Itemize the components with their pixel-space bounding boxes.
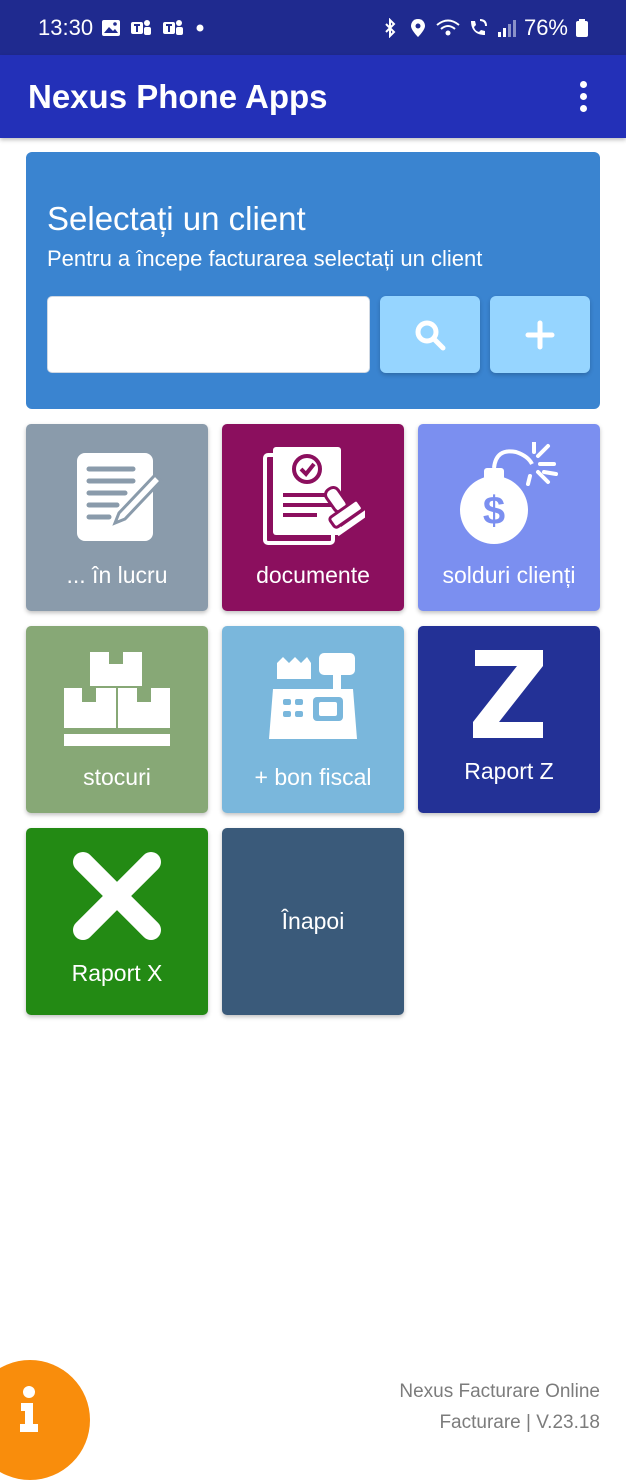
wifi-icon	[436, 19, 460, 35]
svg-text:$: $	[483, 489, 505, 533]
tile-label: documente	[256, 562, 370, 588]
battery-percent: 76%	[523, 14, 568, 40]
x-mark-icon	[73, 852, 161, 940]
tile-documente[interactable]: documente	[222, 424, 404, 611]
add-client-button[interactable]	[490, 296, 590, 373]
tile-in-lucru[interactable]: ... în lucru	[26, 424, 208, 611]
document-stamp-icon	[263, 447, 365, 545]
app-bar: Nexus Phone Apps	[0, 55, 626, 138]
tile-label: Înapoi	[281, 908, 345, 934]
tile-label: Raport X	[71, 960, 163, 986]
info-button[interactable]	[0, 1360, 90, 1480]
search-icon	[415, 320, 446, 350]
tile-inapoi[interactable]: Înapoi	[222, 828, 404, 1015]
tile-label: solduri clienți	[442, 562, 576, 588]
footer: Nexus Facturare Online Facturare | V.23.…	[399, 1376, 600, 1438]
tile-bon-fiscal[interactable]: + bon fiscal	[222, 626, 404, 813]
tile-stocuri[interactable]: stocuri	[26, 626, 208, 813]
tile-raport-x[interactable]: Raport X	[26, 828, 208, 1015]
app-title: Nexus Phone Apps	[28, 77, 328, 115]
footer-version: Facturare | V.23.18	[439, 1412, 600, 1433]
info-icon	[20, 1386, 38, 1432]
gallery-icon	[102, 19, 121, 36]
teams-icon	[163, 19, 184, 35]
status-bar: 13:30 76%	[0, 0, 626, 55]
client-panel: Selectați un client Pentru a începe fact…	[26, 152, 600, 409]
location-icon	[410, 18, 425, 37]
client-panel-subtitle: Pentru a începe facturarea selectați un …	[47, 246, 483, 271]
teams-icon	[131, 19, 152, 35]
client-panel-title: Selectați un client	[47, 200, 306, 237]
letter-z-icon	[473, 650, 543, 738]
dot-icon	[196, 24, 204, 31]
signal-icon	[497, 19, 516, 37]
status-left: 13:30	[38, 15, 380, 41]
tile-solduri-clienti[interactable]: $ solduri clienți	[418, 424, 600, 611]
tile-label: Raport Z	[464, 758, 554, 784]
cash-register-icon	[269, 653, 357, 739]
tile-label: ... în lucru	[66, 562, 168, 588]
tile-label: + bon fiscal	[254, 764, 372, 790]
boxes-icon	[64, 652, 170, 746]
tile-label: stocuri	[83, 764, 151, 790]
money-bomb-icon: $	[460, 442, 558, 544]
plus-icon	[525, 320, 555, 349]
status-time: 13:30	[38, 14, 94, 40]
footer-app-name: Nexus Facturare Online	[399, 1381, 600, 1402]
battery-icon	[576, 18, 588, 37]
document-pencil-icon	[77, 453, 164, 541]
wifi-call-icon	[470, 18, 487, 35]
client-search-input[interactable]	[47, 296, 370, 373]
client-search-button[interactable]	[380, 296, 480, 373]
bluetooth-icon	[385, 17, 396, 38]
status-right: 76%	[380, 15, 588, 41]
more-vert-icon[interactable]	[568, 77, 598, 117]
client-search-row	[47, 296, 590, 373]
tile-raport-z[interactable]: Raport Z	[418, 626, 600, 813]
